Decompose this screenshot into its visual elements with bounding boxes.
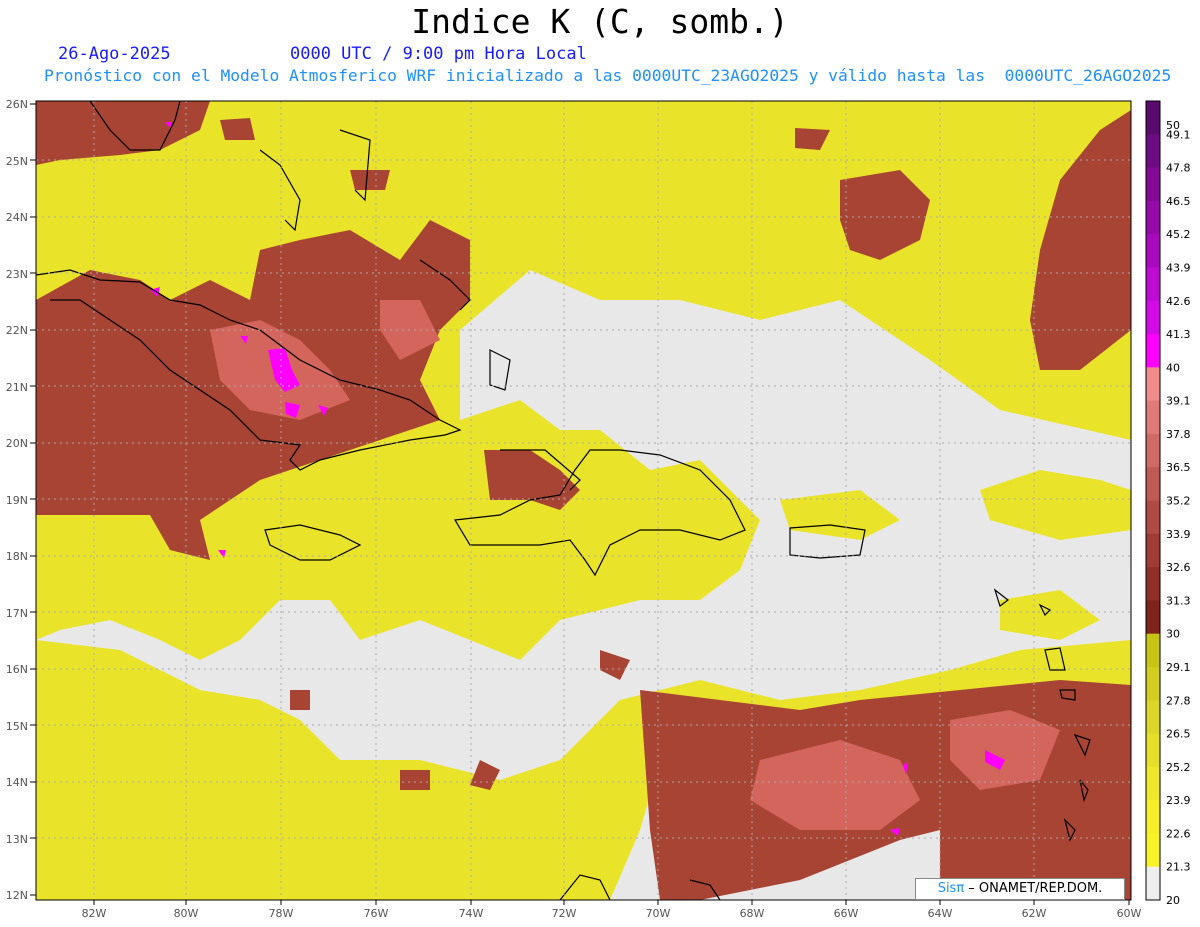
lon-label: 80W bbox=[174, 907, 199, 920]
lon-label: 72W bbox=[552, 907, 577, 920]
colorbar-swatch bbox=[1146, 433, 1160, 468]
colorbar-label: 43.9 bbox=[1166, 261, 1191, 274]
colorbar-label: 26.5 bbox=[1166, 728, 1191, 741]
colorbar-swatch bbox=[1146, 800, 1160, 834]
colorbar-label: 39.1 bbox=[1166, 395, 1191, 408]
colorbar-label: 46.5 bbox=[1166, 195, 1191, 208]
lat-label: 14N bbox=[6, 776, 28, 789]
colorbar-swatch bbox=[1146, 267, 1160, 302]
colorbar-label: 21.3 bbox=[1166, 861, 1191, 874]
lat-label: 12N bbox=[6, 889, 28, 902]
lon-label: 70W bbox=[646, 907, 671, 920]
colorbar-label: 25.2 bbox=[1166, 761, 1191, 774]
lat-label: 17N bbox=[6, 607, 28, 620]
lon-label: 82W bbox=[82, 907, 107, 920]
forecast-time: 0000 UTC / 9:00 pm Hora Local bbox=[290, 44, 587, 64]
colorbar-swatch bbox=[1146, 866, 1160, 901]
colorbar-swatch bbox=[1146, 766, 1160, 801]
lon-ticks bbox=[93, 900, 1130, 905]
colorbar-label: 40 bbox=[1166, 361, 1180, 374]
colorbar-swatch bbox=[1146, 666, 1160, 701]
lat-label: 23N bbox=[6, 268, 28, 281]
colorbar-label: 35.2 bbox=[1166, 495, 1191, 508]
lat-label: 22N bbox=[6, 324, 28, 337]
colorbar: 5049.147.846.545.243.942.641.34039.137.8… bbox=[1145, 100, 1191, 907]
colorbar-swatch bbox=[1146, 600, 1160, 635]
colorbar-label: 29.1 bbox=[1166, 661, 1191, 674]
lon-label: 76W bbox=[364, 907, 389, 920]
colorbar-swatch bbox=[1146, 167, 1160, 202]
colorbar-swatch bbox=[1146, 633, 1160, 668]
colorbar-swatch bbox=[1146, 234, 1160, 268]
lon-label: 74W bbox=[459, 907, 484, 920]
colorbar-swatch bbox=[1146, 500, 1160, 535]
colorbar-label: 36.5 bbox=[1166, 461, 1191, 474]
colorbar-label: 27.8 bbox=[1166, 694, 1191, 707]
colorbar-swatch bbox=[1146, 101, 1160, 135]
forecast-description: Pronóstico con el Modelo Atmosferico WRF… bbox=[44, 66, 1172, 85]
lon-label: 64W bbox=[928, 907, 953, 920]
colorbar-swatch bbox=[1146, 700, 1160, 735]
lon-label: 78W bbox=[269, 907, 294, 920]
credit-box: Sisπ – ONAMET/REP.DOM. bbox=[915, 878, 1125, 900]
colorbar-swatch bbox=[1146, 467, 1160, 501]
colorbar-label: 33.9 bbox=[1166, 528, 1191, 541]
lon-label: 68W bbox=[740, 907, 765, 920]
map-title: Indice K (C, somb.) bbox=[411, 2, 789, 41]
lat-axis: 26N 25N 24N 23N 22N 21N 20N 19N 18N 17N … bbox=[6, 98, 28, 902]
lat-label: 15N bbox=[6, 720, 28, 733]
colorbar-label: 20 bbox=[1166, 894, 1180, 907]
forecast-date: 26-Ago-2025 bbox=[58, 44, 171, 64]
lat-label: 20N bbox=[6, 437, 28, 450]
colorbar-swatch bbox=[1146, 533, 1160, 568]
lat-label: 19N bbox=[6, 494, 28, 507]
lat-ticks bbox=[30, 103, 36, 896]
colorbar-label: 41.3 bbox=[1166, 328, 1191, 341]
colorbar-label: 30 bbox=[1166, 628, 1180, 641]
k-index-map: 26N 25N 24N 23N 22N 21N 20N 19N 18N 17N … bbox=[6, 98, 1191, 920]
colorbar-label: 22.6 bbox=[1166, 827, 1191, 840]
colorbar-swatch bbox=[1146, 400, 1160, 435]
lat-label: 25N bbox=[6, 155, 28, 168]
lat-label: 13N bbox=[6, 833, 28, 846]
colorbar-label: 47.8 bbox=[1166, 162, 1191, 175]
lat-label: 21N bbox=[6, 381, 28, 394]
lat-label: 24N bbox=[6, 211, 28, 224]
colorbar-swatch bbox=[1146, 733, 1160, 768]
credit-logo: Sisπ bbox=[937, 881, 965, 896]
lat-label: 16N bbox=[6, 663, 28, 676]
colorbar-swatch bbox=[1146, 200, 1160, 235]
colorbar-swatch bbox=[1146, 833, 1160, 868]
colorbar-swatch bbox=[1146, 300, 1160, 335]
colorbar-label: 32.6 bbox=[1166, 561, 1191, 574]
lon-label: 60W bbox=[1117, 907, 1142, 920]
colorbar-swatch bbox=[1146, 367, 1160, 402]
lon-axis: 82W 80W 78W 76W 74W 72W 70W 68W 66W 64W … bbox=[82, 907, 1142, 920]
lon-label: 62W bbox=[1022, 907, 1047, 920]
credit-text: – ONAMET/REP.DOM. bbox=[964, 881, 1103, 896]
lat-label: 26N bbox=[6, 98, 28, 111]
colorbar-label: 37.8 bbox=[1166, 428, 1191, 441]
colorbar-label: 23.9 bbox=[1166, 794, 1191, 807]
colorbar-label: 31.3 bbox=[1166, 594, 1191, 607]
colorbar-label: 42.6 bbox=[1166, 295, 1191, 308]
colorbar-label: 45.2 bbox=[1166, 228, 1191, 241]
lon-label: 66W bbox=[834, 907, 859, 920]
colorbar-label: 49.1 bbox=[1166, 128, 1191, 141]
colorbar-swatch bbox=[1146, 134, 1160, 169]
colorbar-swatch bbox=[1146, 334, 1160, 368]
lat-label: 18N bbox=[6, 550, 28, 563]
colorbar-swatch bbox=[1146, 567, 1160, 601]
